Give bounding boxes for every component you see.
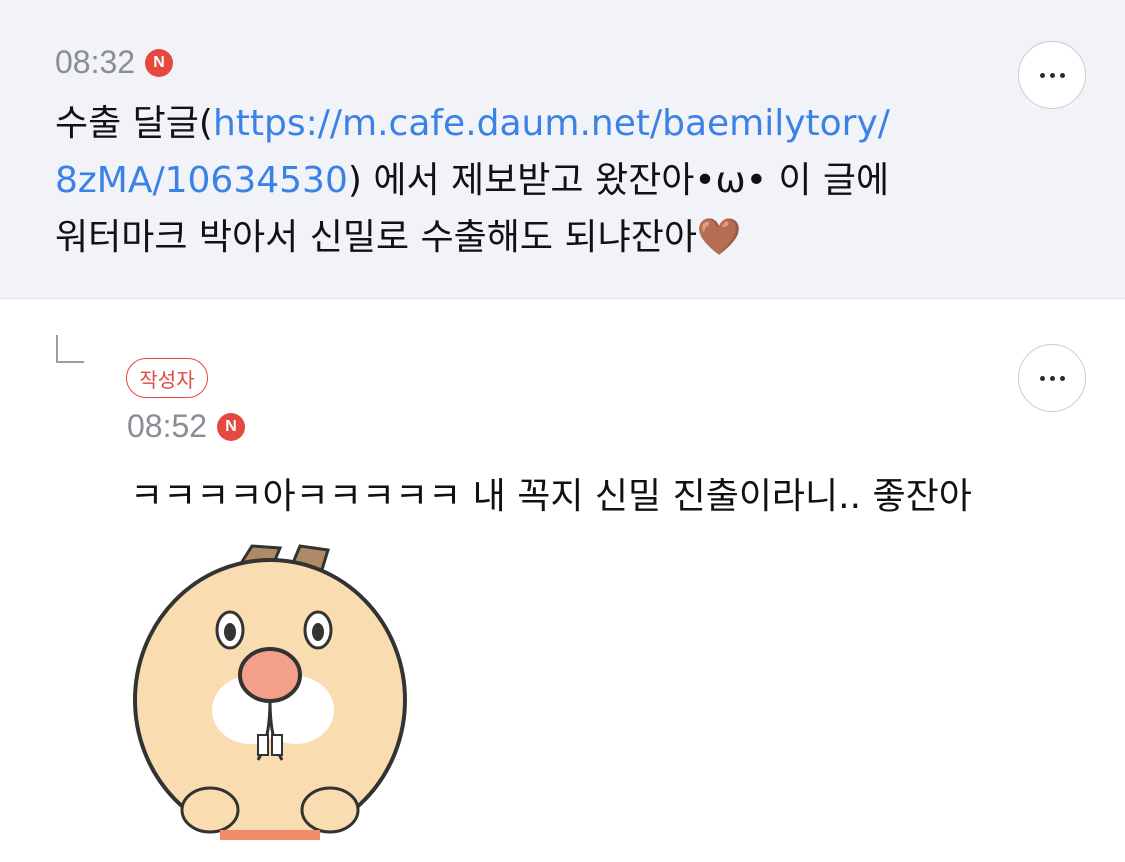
more-dot [1059,375,1065,381]
comment-time: 08:32 [55,44,136,80]
author-badge: 작성자 [126,358,208,398]
comment-link-cont[interactable]: 8zMA/10634530 [55,160,348,201]
more-options-icon [1039,72,1045,78]
comment-meta: 08:32 N [55,44,174,81]
comment-body: 수출 달글(https://m.cafe.daum.net/baemilytor… [55,95,975,266]
comment-highlighted: 08:32 N 수출 달글(https://m.cafe.daum.net/ba… [0,0,1125,299]
cartoon-character-sticker[interactable] [120,540,420,840]
new-badge: N [145,48,174,77]
comment-link[interactable]: https://m.cafe.daum.net/baemilytory/ [213,103,890,144]
more-dot [1049,72,1055,78]
more-options-button[interactable] [1018,344,1086,412]
reply-arrow-icon [56,335,84,363]
more-dot [1049,375,1055,381]
more-options-button[interactable] [1018,41,1086,109]
more-dot [1059,72,1065,78]
reply-time: 08:52 [127,408,208,444]
new-badge: N [217,412,246,441]
more-options-icon [1039,375,1045,381]
reply-meta: 08:52 N [127,408,246,445]
comment-text-mid: ) 에서 제보받고 왔잔아•ω• 이 글에 [347,160,890,201]
comment-text-start: 수출 달글( [55,103,213,144]
comment-text-end: 워터마크 박아서 신밀로 수출해도 되냐잔아🤎 [55,217,742,258]
reply-body: ㅋㅋㅋㅋ아ㅋㅋㅋㅋㅋ 내 꼭지 신밀 진출이라니.. 좋잔아 [130,476,972,517]
